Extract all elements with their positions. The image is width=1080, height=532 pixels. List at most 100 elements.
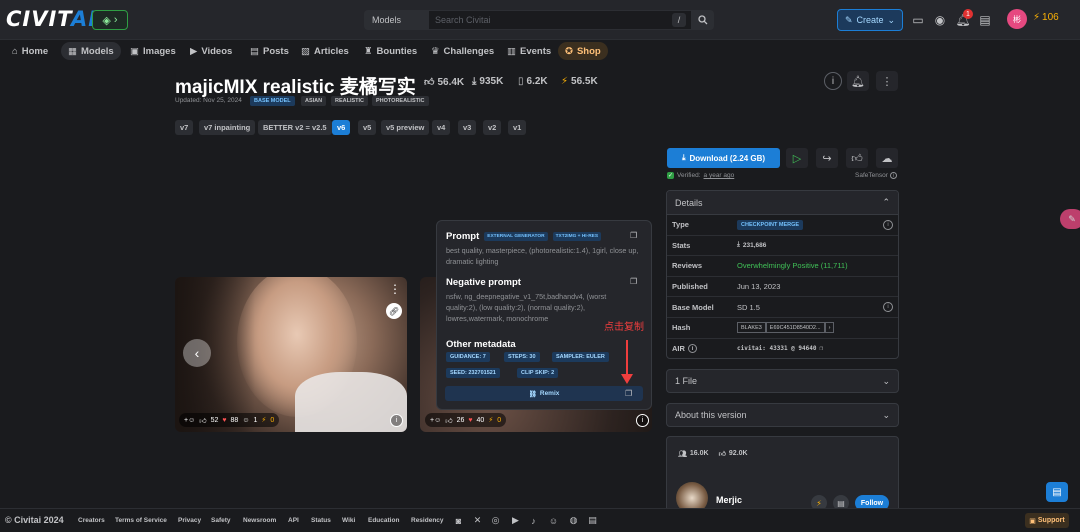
tiktok-icon[interactable]: ♪ — [528, 515, 539, 526]
search-category-select[interactable]: Models — [364, 10, 428, 30]
eye-icon[interactable]: ◉ — [931, 11, 949, 29]
nav-posts[interactable]: ▤ Posts — [243, 42, 296, 60]
version-v7-inpainting[interactable]: v7 inpainting — [199, 120, 256, 135]
check-icon: ✓ — [667, 172, 675, 179]
user-avatar[interactable]: 彬 — [1007, 9, 1027, 29]
version-v5[interactable]: v5 — [358, 120, 377, 135]
image-info-icon[interactable]: i — [390, 414, 403, 427]
nav-shop[interactable]: ✪ Shop — [558, 42, 608, 60]
hash-value[interactable]: E69C451D8540D2... — [765, 322, 825, 334]
copy-all-icon[interactable]: ❐ — [625, 389, 632, 398]
footer-link-status[interactable]: Status — [311, 517, 331, 524]
support-button[interactable]: ▣ Support — [1025, 513, 1069, 528]
footer-link-creators[interactable]: Creators — [78, 517, 105, 524]
prompt-header: Prompt EXTERNAL GENERATOR TXT2IMG + HI-R… — [446, 231, 602, 242]
other-metadata-title: Other metadata — [446, 339, 516, 350]
creator-name[interactable]: Merjic — [716, 495, 742, 505]
shop-icon: ✪ — [565, 45, 573, 57]
youtube-icon[interactable]: ▶ — [510, 515, 521, 526]
x-icon[interactable]: ✕ — [472, 515, 483, 526]
previous-image-button[interactable]: ‹ — [183, 339, 211, 367]
buzz-balance[interactable]: ⚡ 106 — [1033, 12, 1059, 23]
footer-link-newsroom[interactable]: Newsroom — [243, 517, 276, 524]
discord-icon[interactable]: ◙ — [453, 515, 464, 526]
play-icon[interactable]: ▷ — [786, 148, 808, 168]
footer-link-wiki[interactable]: Wiki — [342, 517, 355, 524]
image-info-icon[interactable]: i — [636, 414, 649, 427]
footer-link-api[interactable]: API — [288, 517, 299, 524]
more-options-icon[interactable]: ⋮ — [876, 71, 898, 91]
cloud-icon[interactable]: ☁ — [876, 148, 898, 168]
footer-link-safety[interactable]: Safety — [211, 517, 231, 524]
version-v2[interactable]: v2 — [483, 120, 502, 135]
hash-algorithm[interactable]: BLAKE3 — [737, 322, 766, 334]
remix-button[interactable]: ⛓ Remix — [445, 386, 643, 401]
download-button[interactable]: ⤓ Download (2.24 GB) — [667, 148, 780, 168]
about-version-accordion[interactable]: About this version ⌄ — [666, 403, 899, 427]
bell-plus-icon[interactable]: 🔔︎ — [847, 71, 869, 91]
nav-articles[interactable]: ▧ Articles — [294, 42, 356, 60]
search-shortcut-hint: / — [672, 13, 686, 27]
create-button[interactable]: ✎ Create ⌄ — [837, 9, 903, 31]
info-icon[interactable]: i — [883, 302, 893, 313]
info-icon[interactable]: i — [824, 72, 842, 90]
tag-base-model[interactable]: BASE MODEL — [250, 96, 295, 106]
nav-bounties[interactable]: ♜ Bounties — [357, 42, 424, 60]
articles-icon: ▧ — [301, 45, 310, 57]
instagram-icon[interactable]: ◎ — [490, 515, 501, 526]
thumbs-up-icon[interactable]: 👍︎ — [846, 148, 868, 168]
version-v4[interactable]: v4 — [432, 120, 451, 135]
link-icon[interactable]: 🔗︎ — [386, 303, 402, 319]
monitor-icon[interactable]: ▭ — [909, 11, 927, 29]
nav-videos[interactable]: ▶ Videos — [183, 42, 239, 60]
github-icon[interactable]: ◍ — [568, 515, 579, 526]
nav-challenges[interactable]: ♛ Challenges — [424, 42, 501, 60]
chat-icon[interactable]: ▤ — [976, 11, 994, 29]
civitai-logo[interactable]: CIVITAI — [6, 7, 97, 31]
info-icon[interactable]: i — [687, 344, 697, 354]
twitch-icon[interactable]: ▤ — [587, 515, 598, 526]
reddit-icon[interactable]: ☺ — [548, 515, 559, 526]
version-v6[interactable]: v6 — [332, 120, 351, 135]
detail-row-air: AIR i civitai: 43331 @ 94640 ❐ — [672, 344, 824, 354]
nav-events[interactable]: ▥ Events — [500, 42, 558, 60]
notification-count: 1 — [963, 9, 973, 19]
info-icon[interactable]: i — [889, 172, 897, 179]
tag-realistic[interactable]: REALISTIC — [331, 96, 369, 106]
footer-link-residency[interactable]: Residency — [411, 517, 444, 524]
chevron-right-icon[interactable]: › — [824, 322, 835, 334]
share-icon[interactable]: ↪ — [816, 148, 838, 168]
footer-link-education[interactable]: Education — [368, 517, 399, 524]
image-1-reactions[interactable]: +☺ 👍︎ 52 ♥ 88 ☺ 1 ⚡ 0 — [179, 413, 280, 427]
chevron-right-icon: › — [113, 14, 118, 26]
generator-badge: EXTERNAL GENERATOR — [484, 232, 548, 241]
model-likes: 👍︎ 56.4K — [424, 76, 465, 89]
footer-link-privacy[interactable]: Privacy — [178, 517, 201, 524]
copy-negative-icon[interactable]: ❐ — [630, 277, 637, 286]
copy-prompt-icon[interactable]: ❐ — [630, 231, 637, 240]
version-v3[interactable]: v3 — [458, 120, 477, 135]
version-v5-preview[interactable]: v5 preview — [381, 120, 430, 135]
models-icon: ▦ — [68, 45, 77, 57]
version-v1[interactable]: v1 — [508, 120, 527, 135]
details-header[interactable]: Details ⌃ — [667, 191, 898, 215]
search-button[interactable] — [692, 10, 714, 30]
nav-models[interactable]: ▦ Models — [61, 42, 121, 60]
files-accordion[interactable]: 1 File ⌄ — [666, 369, 899, 393]
footer-link-terms[interactable]: Terms of Service — [115, 517, 167, 524]
membership-badge[interactable]: ◈ › — [92, 10, 128, 30]
nav-images[interactable]: ▣ Images — [123, 42, 183, 60]
info-icon[interactable]: i — [883, 219, 893, 230]
search-input[interactable]: Search Civitai — [428, 10, 692, 30]
copy-icon[interactable]: ❐ — [819, 345, 823, 352]
image-2-reactions[interactable]: +☺ 👍︎ 26 ♥ 40 ⚡ 0 — [425, 413, 507, 427]
tag-photorealistic[interactable]: PHOTOREALISTIC — [372, 96, 429, 106]
tag-asian[interactable]: ASIAN — [301, 96, 327, 106]
footer: © Civitai 2024 Creators Terms of Service… — [0, 508, 1080, 532]
more-options-icon[interactable]: ⋮ — [389, 282, 401, 296]
nav-home[interactable]: ⌂ Home — [5, 42, 55, 60]
version-better-v2[interactable]: BETTER v2 = v2.5 — [258, 120, 332, 135]
side-toggle-icon[interactable]: ✎ — [1060, 209, 1080, 229]
version-v7[interactable]: v7 — [175, 120, 194, 135]
chat-bubble-icon[interactable]: ▤ — [1046, 482, 1068, 502]
